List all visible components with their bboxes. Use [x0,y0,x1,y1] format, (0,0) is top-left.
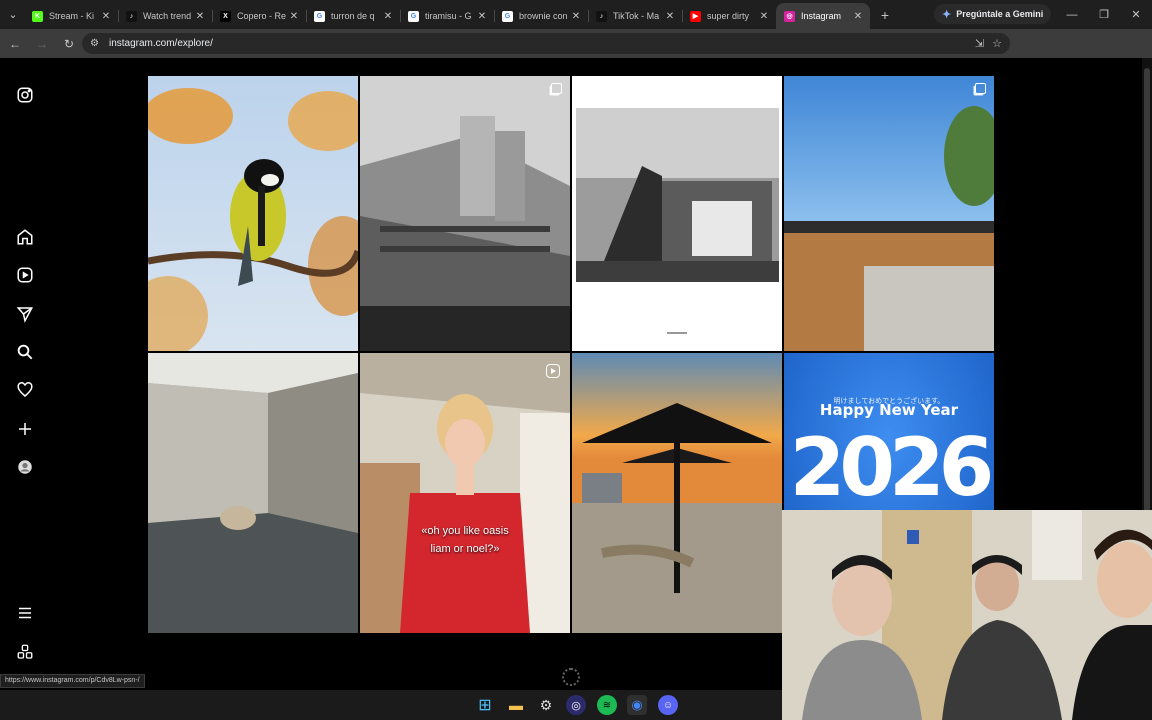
new-year-number: 2026 [789,421,994,514]
bookmark-star-icon[interactable]: ☆ [992,37,1002,50]
messages-icon[interactable] [14,303,36,325]
app-circle-icon[interactable]: ◎ [566,695,586,715]
chrome-icon[interactable]: ◉ [627,695,647,715]
address-bar[interactable]: ⚙ instagram.com/explore/ ⇲ ☆ [82,33,1010,54]
post-red-polo-reel[interactable]: «oh you like oasis liam or noel?» [360,353,570,633]
beach-photo [572,353,782,633]
tab-close-icon[interactable]: ✕ [288,11,300,22]
post-modern-house-bw[interactable] [572,76,782,351]
tab-close-icon[interactable]: ✕ [852,11,864,22]
browser-tab-strip: ⌄ K Stream - Ki ✕ ♪ Watch trend ✕ X Copero - Re… [0,0,1152,29]
discord-icon[interactable]: ☺ [658,695,678,715]
search-icon[interactable] [14,341,36,363]
courtyard-photo [148,353,358,633]
google-icon: G [314,10,325,22]
reel-caption-line2: liam or noel?» [430,543,500,555]
post-brutalist-building[interactable] [360,76,570,351]
tab-title: turron de q [331,11,375,21]
file-explorer-icon[interactable]: ▬ [506,695,526,715]
tab-title: TikTok - Ma [613,11,660,21]
post-stone-courtyard[interactable] [148,353,358,633]
browser-tab[interactable]: ◎ Instagram ✕ [776,3,870,29]
browser-tab[interactable]: Gtiramisu - G ✕ [400,3,494,29]
tiktok-icon: ♪ [596,10,607,22]
url-text: instagram.com/explore/ [108,38,213,49]
link-status-bubble: https://www.instagram.com/p/Cdv8Lw-psn-/ [0,674,145,688]
reel-caption-line1: «oh you like oasis [421,525,509,537]
building-photo [360,76,570,351]
bird-photo [148,76,358,351]
tab-list: K Stream - Ki ✕ ♪ Watch trend ✕ X Copero - Re ✕ G… [24,0,870,29]
windows-start-icon[interactable]: ⊞ [475,695,495,715]
reel-icon [546,364,560,378]
spotify-icon[interactable]: ≋ [597,695,617,715]
tab-title: Watch trend [143,11,192,21]
tab-search-chevron-icon[interactable]: ⌄ [2,4,24,26]
youtube-icon: ▶ [690,10,701,22]
tab-title: Stream - Ki [49,11,95,21]
close-window-button[interactable]: ✕ [1120,0,1152,29]
restore-window-button[interactable]: ❐ [1088,0,1120,29]
tab-title: super dirty [707,11,750,21]
browser-toolbar: ← → ↻ ⚙ instagram.com/explore/ ⇲ ☆ ⬮ ⧉ ☰… [0,29,1152,79]
profile-avatar[interactable] [14,456,36,478]
tab-title: Instagram [801,11,842,21]
browser-tab[interactable]: X Copero - Re ✕ [212,3,306,29]
new-year-title: Happy New Year [819,401,959,419]
forward-button[interactable]: → [30,32,54,56]
carousel-icon [975,83,986,94]
tab-title: brownie con [519,11,568,21]
google-icon: G [502,10,513,22]
site-info-icon[interactable]: ⚙ [90,38,99,49]
browser-tab[interactable]: ♪ TikTok - Ma ✕ [588,3,682,29]
house-photo [576,108,779,334]
create-plus-icon[interactable] [14,418,36,440]
tab-close-icon[interactable]: ✕ [664,11,676,22]
browser-tab[interactable]: Gbrownie con ✕ [494,3,588,29]
reels-icon[interactable] [14,264,36,286]
windows-taskbar: ⊞ ▬ ⚙ ◎ ≋ ◉ ☺ [0,690,782,720]
reel-photo [360,353,570,633]
tab-close-icon[interactable]: ✕ [570,11,582,22]
more-menu-icon[interactable] [14,602,36,624]
instagram-logo-icon[interactable] [14,84,36,106]
gemini-label: Pregúntale a Gemini [956,9,1044,19]
gemini-button[interactable]: ✦ Pregúntale a Gemini [934,4,1052,24]
gemini-star-icon: ✦ [942,8,952,21]
instagram-sidebar [0,58,50,690]
loading-spinner-icon [562,668,580,686]
tab-close-icon[interactable]: ✕ [758,11,770,22]
tab-close-icon[interactable]: ✕ [100,11,112,22]
x-icon: X [220,10,231,22]
reload-button[interactable]: ↻ [57,32,81,56]
carousel-icon [551,83,562,94]
also-from-meta-icon[interactable] [14,641,36,663]
tab-close-icon[interactable]: ✕ [382,11,394,22]
post-bird[interactable] [148,76,358,351]
tab-title: tiramisu - G [425,11,472,21]
home-icon[interactable] [14,226,36,248]
tab-close-icon[interactable]: ✕ [194,11,206,22]
install-app-icon[interactable]: ⇲ [975,37,984,50]
tab-title: Copero - Re [237,11,287,21]
minimize-window-button[interactable]: — [1056,0,1088,29]
wall-photo [784,76,994,351]
browser-tab[interactable]: Gturron de q ✕ [306,3,400,29]
instagram-icon: ◎ [784,10,795,22]
back-button[interactable]: ← [3,32,27,56]
google-icon: G [408,10,419,22]
kick-icon: K [32,10,43,22]
new-tab-button[interactable]: + [874,4,896,26]
browser-tab[interactable]: ▶ super dirty ✕ [682,3,776,29]
webcam-overlay [782,510,1152,720]
webcam-feed [782,510,1152,720]
tiktok-icon: ♪ [126,10,137,22]
settings-gear-icon[interactable]: ⚙ [536,695,556,715]
notifications-heart-icon[interactable] [14,379,36,401]
tab-close-icon[interactable]: ✕ [476,11,488,22]
post-beach-umbrella[interactable] [572,353,782,633]
browser-tab[interactable]: ♪ Watch trend ✕ [118,3,212,29]
post-wood-concrete-wall[interactable] [784,76,994,351]
browser-tab[interactable]: K Stream - Ki ✕ [24,3,118,29]
